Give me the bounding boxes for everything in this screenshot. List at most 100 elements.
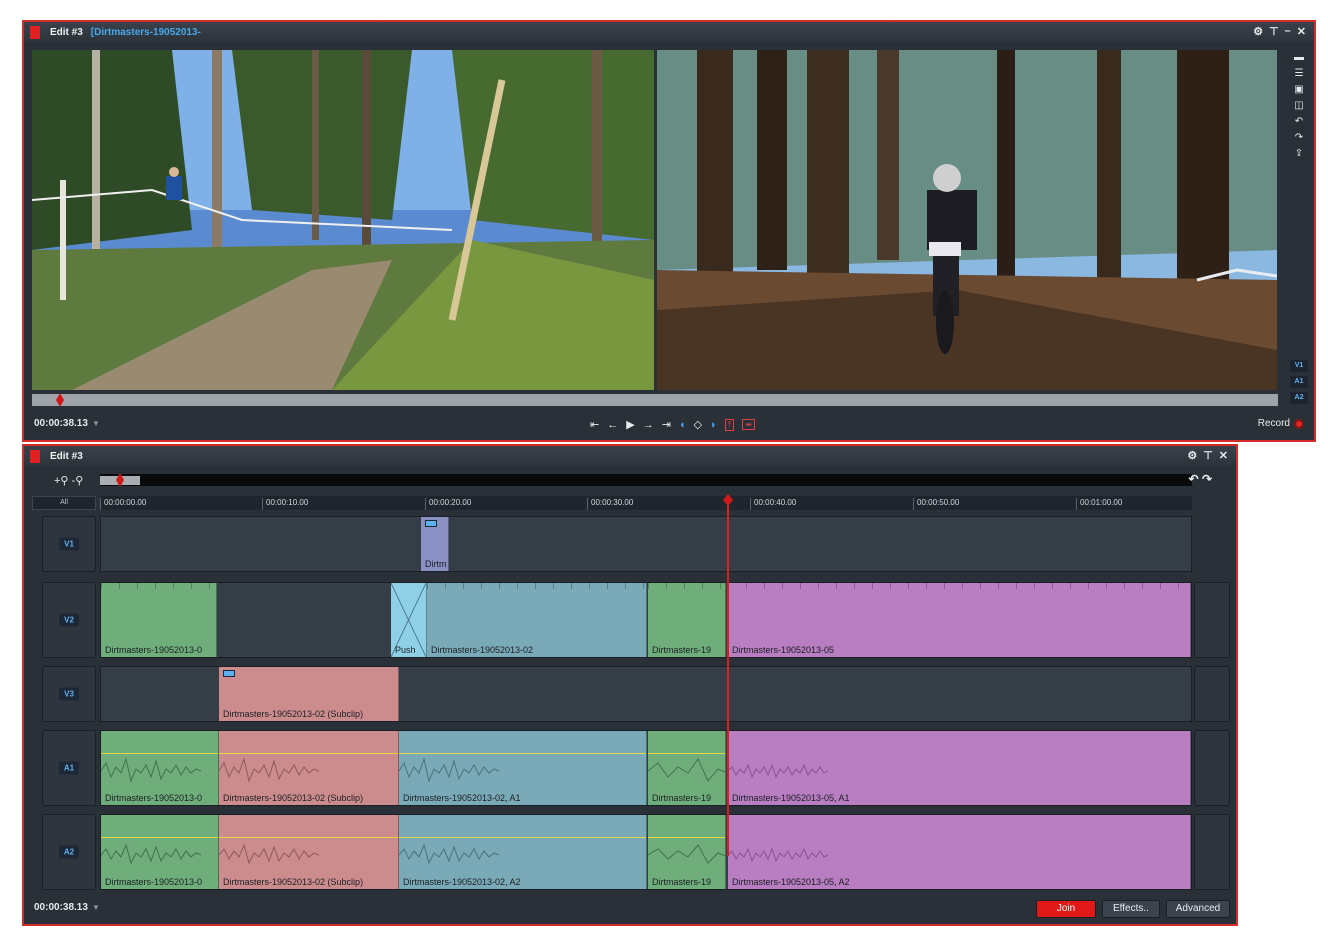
track-end-a1 — [1194, 730, 1230, 806]
track-header-v1[interactable]: V1 — [42, 516, 96, 572]
lift-icon[interactable]: ⤒ — [724, 418, 735, 431]
folder-icon[interactable]: ▬ — [1292, 52, 1306, 64]
timeline-header: Edit #3 ⚙ ⊤ ✕ — [24, 446, 1236, 466]
timeline-panel: Edit #3 ⚙ ⊤ ✕ +⚲ -⚲ ↶ ↷ All 00:00:00.00 … — [22, 444, 1238, 926]
advanced-button[interactable]: Advanced — [1166, 900, 1230, 918]
track-label-a2: A2 — [58, 845, 80, 859]
audio-clip[interactable]: Dirtmasters-19052013-02, A2 — [399, 815, 647, 889]
clip-name: Dirtmasters-19052013-02, A1 — [403, 793, 521, 803]
track-v1[interactable]: Dirtm — [100, 516, 1192, 572]
clip[interactable]: Dirtm — [421, 517, 449, 571]
audio-clip[interactable]: Dirtmasters-19 — [648, 731, 726, 805]
pin-icon[interactable]: ⊤ — [1269, 25, 1279, 38]
clip[interactable]: Dirtmasters-19052013-02 (Subclip) — [219, 667, 399, 721]
layout-icon[interactable]: ☰ — [1292, 68, 1306, 80]
clip[interactable]: Dirtmasters-19052013-02 — [427, 583, 647, 657]
settings-icon[interactable]: ⚙ — [1253, 25, 1263, 38]
clip[interactable]: Dirtmasters-19052013-0 — [101, 583, 217, 657]
track-label-v2: V2 — [59, 613, 79, 627]
playhead[interactable] — [723, 494, 733, 856]
track-tag-v1[interactable]: V1 — [1290, 360, 1308, 372]
track-header-a2[interactable]: A2 — [42, 814, 96, 890]
scrub-position-marker[interactable] — [56, 393, 64, 407]
close-icon[interactable]: ✕ — [1297, 25, 1306, 38]
join-button[interactable]: Join — [1036, 900, 1096, 918]
undo-icon[interactable]: ↶ — [1292, 116, 1306, 128]
extract-icon[interactable]: ⇹ — [742, 419, 755, 430]
audio-clip[interactable]: Dirtmasters-19 — [648, 815, 726, 889]
undo-icon[interactable]: ↶ — [1189, 472, 1199, 486]
clip-name: Dirtmasters-19052013-0 — [105, 877, 203, 887]
go-to-end-icon[interactable]: ⇥ — [662, 418, 671, 431]
waveform — [728, 847, 828, 863]
zoom-out-icon[interactable]: -⚲ — [72, 475, 84, 487]
step-back-icon[interactable]: ← — [607, 419, 618, 431]
overlay-icon[interactable]: ◫ — [1292, 100, 1306, 112]
audio-clip[interactable]: Dirtmasters-19052013-02 (Subclip) — [219, 731, 399, 805]
mark-clear-icon[interactable]: ◇ — [694, 418, 702, 431]
upload-icon[interactable]: ⇪ — [1292, 148, 1306, 160]
clip-name: Dirtmasters-19 — [652, 877, 712, 887]
audio-clip[interactable]: Dirtmasters-19052013-02 (Subclip) — [219, 815, 399, 889]
audio-clip[interactable]: Dirtmasters-19052013-0 — [101, 815, 219, 889]
clip[interactable]: Dirtmasters-19052013-05 — [728, 583, 1191, 657]
playhead-marker[interactable] — [723, 494, 733, 506]
track-label-v3: V3 — [59, 687, 79, 701]
chevron-down-icon[interactable]: ▼ — [92, 419, 100, 428]
minimize-icon[interactable]: – — [1285, 25, 1291, 38]
overview-position-marker — [116, 473, 124, 487]
waveform — [219, 757, 319, 783]
timeline-window-controls: ⚙ ⊤ ✕ — [1187, 449, 1228, 462]
close-icon[interactable]: ✕ — [1219, 449, 1228, 462]
viewer-panel: Edit #3 [Dirtmasters-19052013- ⚙ ⊤ – ✕ 0… — [22, 20, 1316, 442]
redo-icon[interactable]: ↷ — [1292, 132, 1306, 144]
audio-clip[interactable]: Dirtmasters-19052013-05, A2 — [728, 815, 1191, 889]
mark-in-icon[interactable]: ◖ — [679, 419, 686, 431]
ruler-label: 00:00:00.00 — [100, 498, 146, 510]
clip-ticks — [101, 583, 216, 589]
all-tracks-button[interactable]: All — [32, 496, 96, 510]
viewer-scrub-bar[interactable] — [32, 393, 1278, 407]
ruler-label: 00:00:30.00 — [587, 498, 633, 510]
track-tag-a1[interactable]: A1 — [1290, 376, 1308, 388]
chevron-down-icon[interactable]: ▼ — [92, 903, 100, 912]
record-video-frame[interactable] — [657, 50, 1277, 390]
clip[interactable]: Dirtmasters-19 — [648, 583, 726, 657]
track-end-a2 — [1194, 814, 1230, 890]
mark-out-icon[interactable]: ◗ — [710, 419, 717, 431]
source-video-frame[interactable] — [32, 50, 654, 390]
viewer-timecode[interactable]: 00:00:38.13 ▼ — [34, 418, 100, 429]
ruler-label: 00:00:10.00 — [262, 498, 308, 510]
effects-button[interactable]: Effects.. — [1102, 900, 1160, 918]
flag-icon — [30, 25, 40, 39]
clip-name: Dirtmasters-19052013-05 — [732, 645, 835, 655]
zoom-in-icon[interactable]: +⚲ — [54, 475, 68, 487]
go-to-start-icon[interactable]: ⇤ — [590, 418, 599, 431]
track-header-v3[interactable]: V3 — [42, 666, 96, 722]
record-control[interactable]: Record — [1258, 418, 1304, 429]
settings-icon[interactable]: ⚙ — [1187, 449, 1197, 462]
step-forward-icon[interactable]: → — [643, 419, 654, 431]
track-header-v2[interactable]: V2 — [42, 582, 96, 658]
transition-clip[interactable]: Push — [391, 583, 427, 657]
play-icon[interactable]: ▶ — [626, 418, 634, 431]
audio-clip[interactable]: Dirtmasters-19052013-05, A1 — [728, 731, 1191, 805]
track-header-a1[interactable]: A1 — [42, 730, 96, 806]
timeline-overview-bar[interactable] — [100, 473, 1192, 487]
track-a2[interactable]: Dirtmasters-19052013-0 Dirtmasters-19052… — [100, 814, 1192, 890]
track-v3[interactable]: Dirtmasters-19052013-02 (Subclip) — [100, 666, 1192, 722]
track-v2[interactable]: Dirtmasters-19052013-0 Push Dirtmasters-… — [100, 582, 1192, 658]
track-a1[interactable]: Dirtmasters-19052013-0 Dirtmasters-19052… — [100, 730, 1192, 806]
redo-icon[interactable]: ↷ — [1202, 472, 1212, 486]
clip-name: Dirtmasters-19 — [652, 645, 712, 655]
flag-icon — [30, 449, 40, 463]
pin-icon[interactable]: ⊤ — [1203, 449, 1213, 462]
clip-thumbnail-icon — [425, 520, 437, 527]
audio-clip[interactable]: Dirtmasters-19052013-02, A1 — [399, 731, 647, 805]
record-icon[interactable] — [1294, 418, 1304, 429]
frame-icon[interactable]: ▣ — [1292, 84, 1306, 96]
timeline-timecode[interactable]: 00:00:38.13 ▼ — [34, 902, 100, 913]
timeline-ruler[interactable]: 00:00:00.00 00:00:10.00 00:00:20.00 00:0… — [100, 496, 1192, 510]
track-tag-a2[interactable]: A2 — [1290, 392, 1308, 404]
audio-clip[interactable]: Dirtmasters-19052013-0 — [101, 731, 219, 805]
